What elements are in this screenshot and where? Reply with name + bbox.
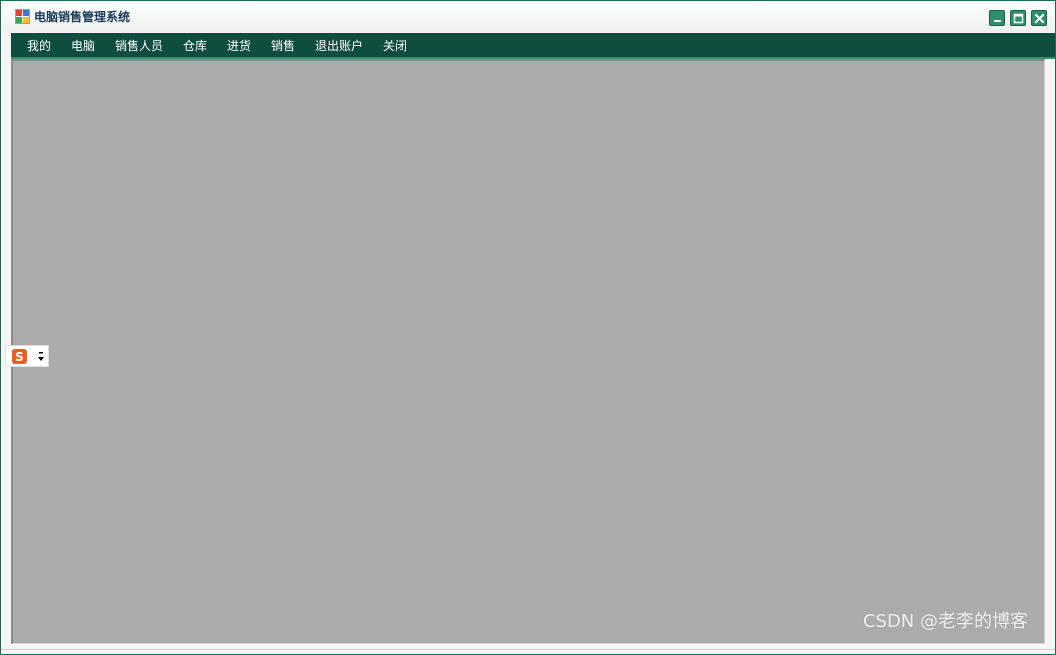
menu-item-close[interactable]: 关闭 xyxy=(383,33,407,57)
menu-item-salesperson[interactable]: 销售人员 xyxy=(115,33,163,57)
menu-item-purchase[interactable]: 进货 xyxy=(227,33,251,57)
title-bar[interactable]: 电脑销售管理系统 xyxy=(1,1,1055,32)
menu-item-logout[interactable]: 退出账户 xyxy=(315,33,363,57)
close-icon xyxy=(1034,13,1045,24)
ime-toolbar[interactable]: S xyxy=(5,345,49,367)
minimize-button[interactable] xyxy=(989,10,1005,26)
window-left-frame xyxy=(1,33,11,645)
mdi-client-area[interactable]: CSDN @老李的博客 xyxy=(11,59,1045,644)
menu-item-computer[interactable]: 电脑 xyxy=(71,33,95,57)
maximize-icon xyxy=(1013,13,1024,24)
app-icon xyxy=(15,9,30,24)
window-title: 电脑销售管理系统 xyxy=(34,10,131,24)
menu-item-sales[interactable]: 销售 xyxy=(271,33,295,57)
minimize-icon xyxy=(994,20,1001,22)
app-window: 电脑销售管理系统 我的 电脑 销售人员 仓库 进货 销售 退出账户 关闭 CSD… xyxy=(0,0,1056,655)
maximize-button[interactable] xyxy=(1010,10,1026,26)
ime-menu-arrow-icon[interactable] xyxy=(37,350,45,364)
watermark: CSDN @老李的博客 xyxy=(862,611,1028,632)
menu-bar: 我的 电脑 销售人员 仓库 进货 销售 退出账户 关闭 xyxy=(11,33,1055,59)
menu-item-my[interactable]: 我的 xyxy=(27,33,51,57)
status-divider xyxy=(1,649,1055,650)
sogou-ime-icon: S xyxy=(12,349,27,364)
menu-item-warehouse[interactable]: 仓库 xyxy=(183,33,207,57)
close-button[interactable] xyxy=(1031,10,1047,26)
ime-logo-letter: S xyxy=(15,350,24,364)
